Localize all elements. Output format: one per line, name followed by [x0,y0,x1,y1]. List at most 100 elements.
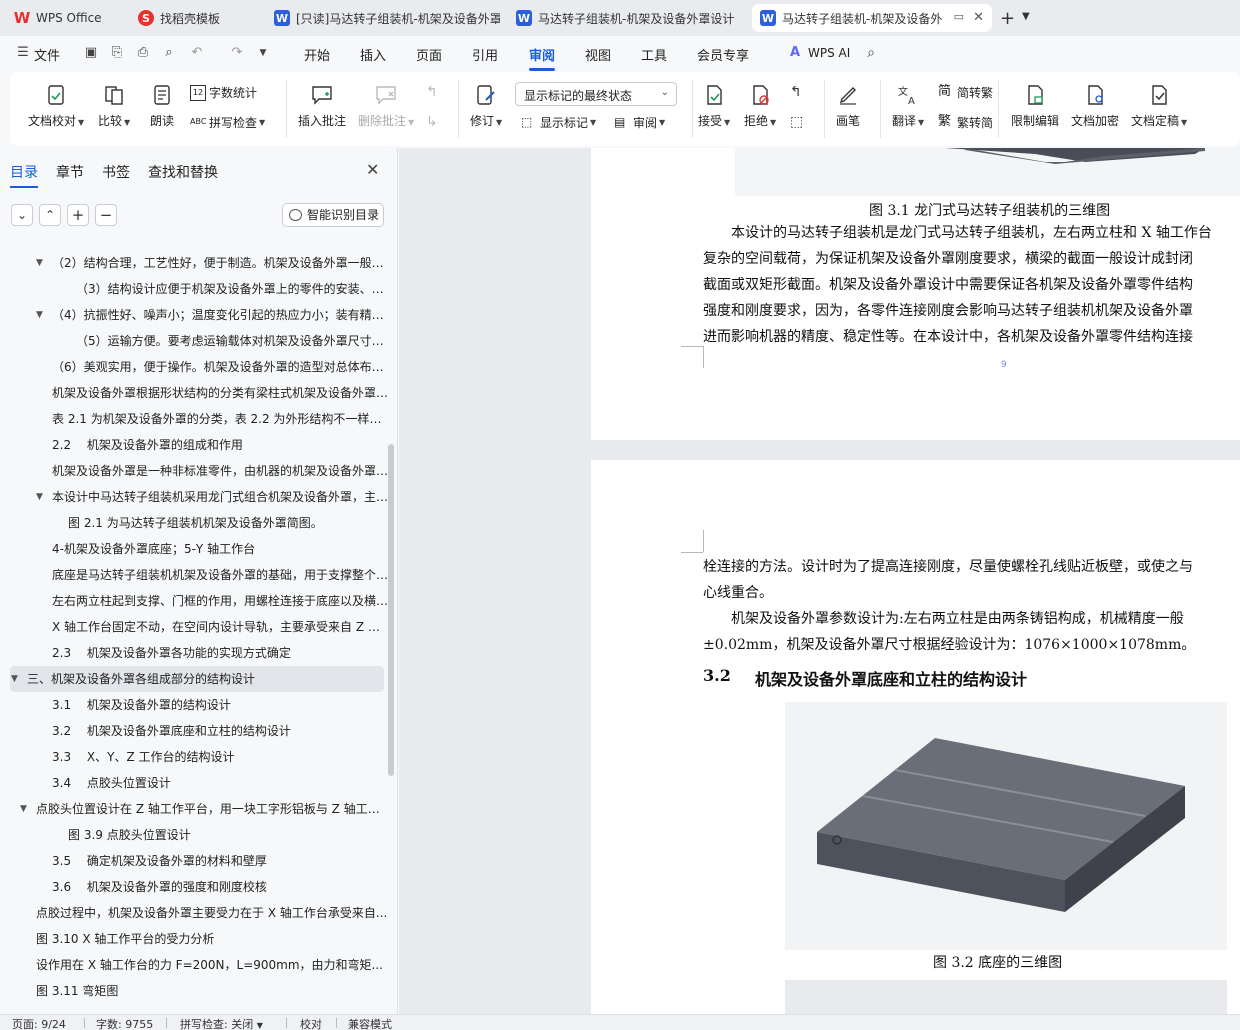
document-canvas[interactable]: 图 3.1 龙门式马达转子组装机的三维图 本设计的马达转子组装机是龙门式马达转子… [399,148,1240,1014]
toc-item[interactable]: ▼ 点胶头位置设计在 Z 轴工作平台，用一块工字形铝板与 Z 轴工作台... [0,796,390,822]
toc-item[interactable]: 图 3.11 弯矩图 [0,978,390,1004]
delete-comment-button[interactable]: 删除批注 ▼ [358,72,414,129]
toc-item[interactable]: 机架及设备外罩是一种非标准零件，由机器的机架及设备外罩组成... [0,458,390,484]
print-preview-icon[interactable]: ⌕ [162,46,176,60]
accept-button[interactable]: 接受 ▼ [698,72,730,129]
tab-current-doc[interactable]: W 马达转子组装机-机架及设备外 ▭ ✕ [752,4,992,32]
track-state-select[interactable]: 显示标记的最终状态 ⌄ [515,82,677,106]
page-indicator[interactable]: 页面: 9/24 [12,1016,66,1030]
toc-item[interactable]: 图 3.9 点胶头位置设计 [0,822,390,848]
tab-docer-templates[interactable]: S 找稻壳模板 [130,4,260,32]
toc-item[interactable]: X 轴工作台固定不动，在空间内设计导轨，主要承受来自 Z 轴工作台... [0,614,390,640]
menu-page[interactable]: 页面 [416,45,442,64]
reject-button[interactable]: 拒绝 ▼ [744,72,776,129]
toc-item[interactable]: 4-机架及设备外罩底座；5-Y 轴工作台 [0,536,390,562]
nav-tab-toc[interactable]: 目录 [10,162,38,188]
toc-item[interactable]: 3.4 点胶头位置设计 [0,770,390,796]
menu-review[interactable]: 审阅 [529,45,556,71]
tab-wps-office[interactable]: W WPS Office [6,4,122,32]
menu-member[interactable]: 会员专享 [697,45,749,64]
toc-item[interactable]: （5）运输方便。要考虑运输载体对机架及设备外罩尺寸的限制... [0,328,390,354]
toc-item[interactable]: ▼ 本设计中马达转子组装机采用龙门式组合机架及设备外罩，主要由... [0,484,390,510]
toc-item[interactable]: 图 2.1 为马达转子组装机机架及设备外罩简图。 [0,510,390,536]
redo-icon[interactable]: ↷ [230,46,244,60]
toc-item[interactable]: （3）结构设计应便于机架及设备外罩上的零件的安装、调整与修理... [0,276,390,302]
encrypt-button[interactable]: 文档加密 [1071,72,1119,129]
chevron-down-icon[interactable]: ▼ [1022,11,1030,22]
toc-toggle-icon[interactable]: ▼ [20,796,27,822]
tab-readonly-doc[interactable]: W [只读]马达转子组装机-机架及设备外罩 [266,4,500,32]
menu-tools[interactable]: 工具 [641,45,667,64]
review-pane-button[interactable]: ▤ 审阅 ▼ [614,114,665,131]
menu-view[interactable]: 视图 [585,45,611,64]
read-aloud-button[interactable]: 朗读 [150,72,174,129]
collapse-up-icon[interactable]: ⌃ [39,204,61,226]
proofread-indicator[interactable]: 校对 [300,1016,322,1030]
nav-tab-find-replace[interactable]: 查找和替换 [148,162,218,182]
expand-down-icon[interactable]: ⌄ [11,204,33,226]
menu-insert[interactable]: 插入 [360,45,386,64]
toc-item[interactable]: 设作用在 X 轴工作台的力 F=200N，L=900mm，由力和弯矩... [0,952,390,978]
toc-item[interactable]: ▼ （4）抗振性好、噪声小；温度变化引起的热应力小；装有精密... [0,302,390,328]
document-page[interactable]: 图 3.1 龙门式马达转子组装机的三维图 本设计的马达转子组装机是龙门式马达转子… [591,148,1240,440]
smart-toc-button[interactable]: 智能识别目录 [282,203,384,227]
show-markup-button[interactable]: ⬚ 显示标记 ▼ [521,114,596,131]
new-tab-icon[interactable]: + [1000,8,1015,29]
toc-toggle-icon[interactable]: ▼ [36,484,43,510]
toc-item[interactable]: 表 2.1 为机架及设备外罩的分类，表 2.2 为外形结构不一样的机架... [0,406,390,432]
prev-comment-icon[interactable]: ↰ [426,84,438,100]
toc-item[interactable]: ▼ （2）结构合理，工艺性好，便于制造。机架及设备外罩一般都是... [0,250,390,276]
toc-toggle-icon[interactable]: ▼ [36,250,43,276]
export-icon[interactable]: ⎘ [110,46,124,60]
toc-item[interactable]: 点胶过程中，机架及设备外罩主要受力在于 X 轴工作台承受来自... [0,900,390,926]
toc-item[interactable]: 图 3.10 X 轴工作平台的受力分析 [0,926,390,952]
nav-tab-bookmarks[interactable]: 书签 [102,162,130,182]
undo-icon[interactable]: ↶ [190,46,204,60]
toc-toggle-icon[interactable]: ▼ [11,666,18,692]
toc-item[interactable]: 3.5 确定机架及设备外罩的材料和壁厚 [0,848,390,874]
prev-change-icon[interactable]: ↰ [790,84,802,100]
restrict-edit-button[interactable]: 限制编辑 [1011,72,1059,129]
toc-item[interactable]: 左右两立柱起到支撑、门框的作用，用螺栓连接于底座以及横梁... [0,588,390,614]
search-icon[interactable]: ⌕ [864,46,878,60]
menu-reference[interactable]: 引用 [472,45,498,64]
tab-doc-design[interactable]: W 马达转子组装机-机架及设备外罩设计 [508,4,746,32]
nav-tab-chapters[interactable]: 章节 [56,162,84,182]
finalize-button[interactable]: 文档定稿 ▼ [1131,72,1187,129]
next-comment-icon[interactable]: ↳ [426,114,438,130]
toc-item[interactable]: 底座是马达转子组装机机架及设备外罩的基础，用于支撑整个机器... [0,562,390,588]
remove-heading-icon[interactable]: − [95,204,117,226]
ink-button[interactable]: 画笔 [836,72,860,129]
toc-item[interactable]: 3.1 机架及设备外罩的结构设计 [0,692,390,718]
document-page[interactable]: 栓连接的方法。设计时为了提高连接刚度，尽量使螺栓孔线贴近板壁，或使之与 心线重合… [591,460,1240,1014]
toc-item[interactable]: 机架及设备外罩根据形状结构的分类有梁柱式机架及设备外罩、框架式... [0,380,390,406]
next-change-icon[interactable]: ⬚ [790,114,803,130]
save-icon[interactable]: ▣ [84,46,98,60]
toc-item[interactable]: ▼ 三、机架及设备外罩各组成部分的结构设计 [10,666,384,692]
chevron-down-icon[interactable]: ▼ [256,46,270,60]
spell-check-indicator[interactable]: 拼写检查: 关闭 ▼ [180,1016,263,1030]
toc-toggle-icon[interactable]: ▼ [36,302,43,328]
insert-comment-button[interactable]: 插入批注 [298,72,346,129]
revise-button[interactable]: 修订 ▼ [470,72,502,129]
print-icon[interactable]: ⎙ [136,46,150,60]
nav-scrollbar[interactable] [388,444,394,776]
toc-item[interactable]: （6）美观实用，便于操作。机架及设备外罩的造型对总体布置... [0,354,390,380]
toc-item[interactable]: 2.3 机架及设备外罩各功能的实现方式确定 [0,640,390,666]
menu-start[interactable]: 开始 [304,45,330,64]
window-icon[interactable]: ▭ [954,10,964,23]
toc-item[interactable]: 3.3 X、Y、Z 工作台的结构设计 [0,744,390,770]
menu-wps-ai[interactable]: WPS AI [808,46,850,60]
toc-item[interactable]: 3.6 机架及设备外罩的强度和刚度校核 [0,874,390,900]
word-count-button[interactable]: 12 字数统计 [190,84,257,101]
word-count-indicator[interactable]: 字数: 9755 [96,1016,153,1030]
translate-button[interactable]: 文A 翻译 ▼ [892,72,924,129]
toc-item[interactable]: 2.2 机架及设备外罩的组成和作用 [0,432,390,458]
menu-file[interactable]: 文件 [34,45,60,64]
close-icon[interactable]: ✕ [366,160,379,179]
toc-item[interactable]: 3.2 机架及设备外罩底座和立柱的结构设计 [0,718,390,744]
spell-check-button[interactable]: ABC 拼写检查 ▼ [190,114,265,131]
doc-check-button[interactable]: 文档校对 ▼ [28,72,84,129]
close-tab-icon[interactable]: ✕ [973,10,984,25]
add-heading-icon[interactable]: + [67,204,89,226]
